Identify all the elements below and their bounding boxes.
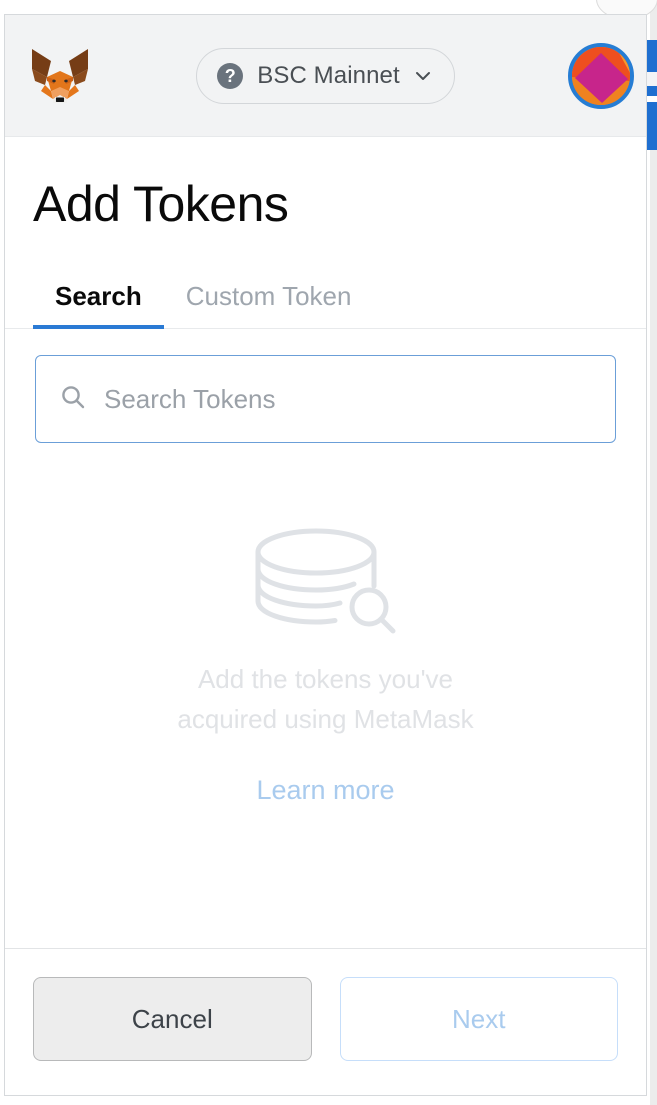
tab-custom-token[interactable]: Custom Token <box>164 281 374 328</box>
network-selector-wrap: ? BSC Mainnet <box>5 47 646 104</box>
page-title: Add Tokens <box>33 176 289 232</box>
empty-state-message-line-1: Add the tokens you've <box>197 664 453 694</box>
metamask-popup-window: ? BSC Mainnet Add Tokens Search Custom T… <box>4 14 647 1096</box>
search-input[interactable] <box>104 383 591 415</box>
empty-state-message: Add the tokens you've acquired using Met… <box>177 660 473 739</box>
popup-footer: Cancel Next <box>5 948 646 1095</box>
metamask-fox-logo[interactable] <box>29 47 91 105</box>
account-avatar[interactable] <box>568 42 634 109</box>
tab-bar: Search Custom Token <box>5 281 646 329</box>
search-area <box>5 329 646 443</box>
empty-state: Add the tokens you've acquired using Met… <box>5 443 646 948</box>
empty-state-message-line-2: acquired using MetaMask <box>177 703 474 734</box>
tab-custom-token-label: Custom Token <box>185 281 352 311</box>
network-selector-button[interactable]: ? BSC Mainnet <box>196 47 455 104</box>
background-page-edge <box>650 0 657 1105</box>
tab-search[interactable]: Search <box>33 281 164 329</box>
search-box[interactable] <box>35 355 616 443</box>
popup-body: Add Tokens Search Custom Token Search To… <box>5 137 646 948</box>
network-name-label: BSC Mainnet <box>257 61 400 89</box>
cancel-button[interactable]: Cancel <box>33 977 312 1061</box>
search-icon <box>60 384 86 415</box>
question-mark-icon: ? <box>217 62 244 89</box>
app-header: ? BSC Mainnet <box>5 15 646 137</box>
tab-search-label: Search <box>55 281 142 311</box>
next-button[interactable]: Next <box>339 977 618 1061</box>
chevron-down-icon <box>414 67 432 85</box>
token-stack-search-illustration <box>241 527 411 644</box>
learn-more-link[interactable]: Learn more <box>256 775 394 806</box>
